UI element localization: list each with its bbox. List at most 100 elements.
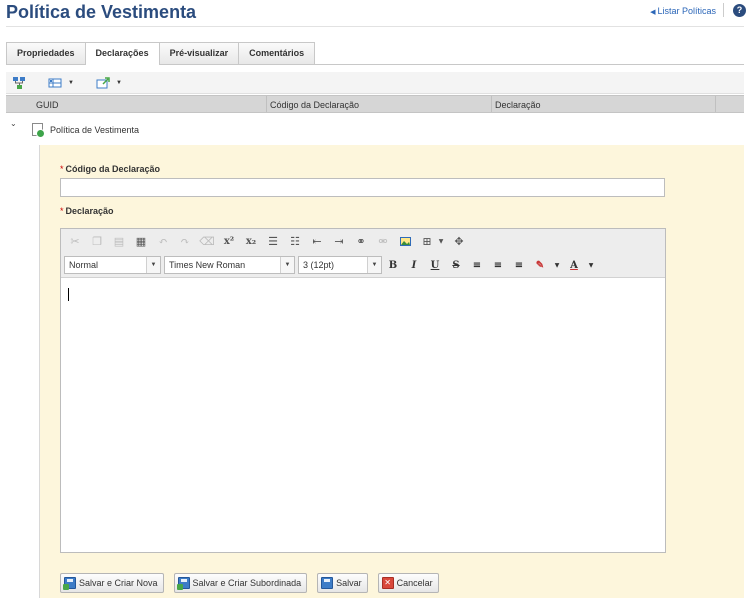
form-actions: Salvar e Criar Nova Salvar e Criar Subor… (60, 573, 449, 593)
column-guid[interactable]: GUID (36, 100, 59, 110)
size-select[interactable]: 3 (12pt) ▼ (298, 256, 382, 274)
cancel-icon: ✕ (381, 577, 394, 589)
save-child-label: Salvar e Criar Subordinada (192, 578, 302, 588)
paste-text-icon[interactable]: ▦ (133, 233, 149, 249)
cut-icon[interactable]: ✂ (67, 233, 83, 249)
required-mark: * (60, 206, 64, 216)
code-label-text: Código da Declaração (65, 164, 161, 174)
grid-header: GUID Código da Declaração Declaração (6, 95, 744, 113)
chevron-down-icon: ▼ (68, 79, 74, 86)
code-input[interactable] (60, 178, 665, 197)
rich-text-editor: ✂ ❐ ▤ ▦ ↶ ↷ ⌫ x² x₂ ☰ ☷ ⇤ ⇥ ⚭ ⚮ ⊞ ▼ ✥ No… (60, 228, 666, 553)
tree-indent-guide (6, 145, 40, 598)
view-mode-button[interactable]: ▼ (48, 77, 74, 89)
hierarchy-button[interactable] (12, 76, 26, 89)
save-and-create-new-button[interactable]: Salvar e Criar Nova (60, 573, 164, 593)
back-arrow-icon: ◀ (650, 9, 656, 16)
subscript-icon[interactable]: x₂ (243, 233, 259, 249)
column-declaracao[interactable]: Declaração (495, 100, 541, 110)
style-select[interactable]: Normal ▼ (64, 256, 161, 274)
editor-toolbar: ✂ ❐ ▤ ▦ ↶ ↷ ⌫ x² x₂ ☰ ☷ ⇤ ⇥ ⚭ ⚮ ⊞ ▼ ✥ No… (61, 229, 665, 278)
indent-icon[interactable]: ⇥ (331, 233, 347, 249)
image-glyph (399, 236, 411, 246)
highlight-color-icon[interactable]: ✎ (532, 257, 548, 273)
help-icon[interactable]: ? (733, 4, 746, 17)
list-policies-label: Listar Políticas (657, 6, 716, 16)
insert-link-icon[interactable]: ⚭ (353, 233, 369, 249)
declaration-label-text: Declaração (65, 206, 114, 216)
tab-bar: Propriedades Declarações Pré-visualizar … (6, 42, 316, 65)
chevron-down-icon[interactable]: ▼ (553, 257, 561, 273)
paste-icon[interactable]: ▤ (111, 233, 127, 249)
unordered-list-icon[interactable]: ☷ (287, 233, 303, 249)
copy-icon[interactable]: ❐ (89, 233, 105, 249)
style-select-value: Normal (69, 260, 99, 270)
save-icon (321, 577, 334, 589)
required-mark: * (60, 164, 64, 174)
outdent-icon[interactable]: ⇤ (309, 233, 325, 249)
eraser-icon[interactable]: ⌫ (199, 233, 215, 249)
chevron-down-icon: ▼ (280, 257, 294, 273)
chevron-down-icon[interactable]: ▼ (437, 233, 445, 249)
column-codigo[interactable]: Código da Declaração (270, 100, 359, 110)
ordered-list-icon[interactable]: ☰ (265, 233, 281, 249)
undo-icon[interactable]: ↶ (155, 233, 171, 249)
page-title: Política de Vestimenta (6, 2, 197, 22)
cancel-button[interactable]: ✕ Cancelar (377, 573, 439, 593)
editor-toolbar-row-1: ✂ ❐ ▤ ▦ ↶ ↷ ⌫ x² x₂ ☰ ☷ ⇤ ⇥ ⚭ ⚮ ⊞ ▼ ✥ (67, 233, 473, 249)
redo-icon[interactable]: ↷ (177, 233, 193, 249)
view-mode-icon (48, 78, 62, 87)
column-divider (715, 96, 716, 112)
list-policies-link[interactable]: ◀ Listar Políticas (650, 6, 716, 16)
column-divider (491, 96, 492, 112)
tree-row[interactable]: ⌄ Política de Vestimenta (6, 113, 744, 145)
editor-content-area[interactable] (61, 279, 665, 552)
code-label: * Código da Declaração (60, 164, 160, 174)
fullscreen-icon[interactable]: ✥ (451, 233, 467, 249)
insert-image-icon[interactable] (397, 233, 413, 249)
tree-item-label: Política de Vestimenta (50, 125, 140, 135)
statement-form: * Código da Declaração * Declaração ✂ ❐ ▤ … (40, 145, 744, 598)
italic-button[interactable]: I (406, 257, 422, 273)
editor-toolbar-row-2: Normal ▼ Times New Roman ▼ 3 (12pt) ▼ B I U… (64, 256, 600, 274)
bold-button[interactable]: B (385, 257, 401, 273)
font-color-icon[interactable]: A (566, 257, 582, 273)
chevron-down-icon: ▼ (367, 257, 381, 273)
export-icon (96, 76, 110, 88)
export-button[interactable]: ▼ (96, 76, 122, 89)
declaration-label: * Declaração (60, 206, 114, 216)
align-left-icon[interactable]: ≡ (469, 257, 485, 273)
chevron-down-icon: ▼ (115, 79, 122, 86)
header-divider (723, 3, 724, 17)
save-and-create-child-button[interactable]: Salvar e Criar Subordinada (173, 573, 308, 593)
save-button[interactable]: Salvar (317, 573, 368, 593)
tab-propriedades[interactable]: Propriedades (6, 42, 86, 64)
strikethrough-button[interactable]: S (448, 257, 464, 273)
collapse-chevron-icon[interactable]: ⌄ (10, 119, 17, 128)
underline-button[interactable]: U (427, 257, 443, 273)
chevron-down-icon: ▼ (146, 257, 160, 273)
hierarchy-icon (13, 76, 25, 89)
chevron-down-icon[interactable]: ▼ (587, 257, 595, 273)
size-select-value: 3 (12pt) (303, 260, 335, 270)
grid-toolbar: ▼ ▼ (6, 72, 744, 94)
save-child-icon (176, 577, 190, 590)
column-divider (266, 96, 267, 112)
superscript-icon[interactable]: x² (221, 233, 237, 249)
font-select[interactable]: Times New Roman ▼ (164, 256, 295, 274)
unlink-icon[interactable]: ⚮ (375, 233, 391, 249)
align-center-icon[interactable]: ≡ (490, 257, 506, 273)
policy-document-icon (32, 123, 45, 138)
tab-pre-visualizar[interactable]: Pré-visualizar (158, 42, 240, 64)
cancel-label: Cancelar (396, 578, 433, 588)
tab-declaracoes[interactable]: Declarações (84, 42, 160, 65)
font-select-value: Times New Roman (169, 260, 246, 270)
save-new-label: Salvar e Criar Nova (79, 578, 158, 588)
align-right-icon[interactable]: ≡ (511, 257, 527, 273)
save-label: Salvar (336, 578, 362, 588)
title-divider (6, 26, 744, 27)
insert-table-icon[interactable]: ⊞ (419, 233, 435, 249)
save-new-icon (63, 577, 76, 590)
tab-comentarios[interactable]: Comentários (238, 42, 316, 64)
text-cursor (68, 288, 69, 301)
